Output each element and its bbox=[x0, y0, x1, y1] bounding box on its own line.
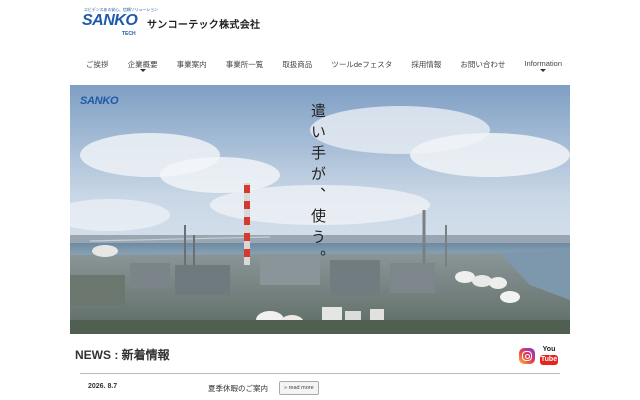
nav-label: 採用情報 bbox=[411, 60, 442, 69]
main-nav: ご挨拶 企業概要 事業案内 事業所一覧 取扱商品 ツールdeフェスタ 採用情報 … bbox=[84, 55, 564, 75]
nav-item-contact[interactable]: お問い合わせ bbox=[458, 55, 507, 74]
list-item: 2026. 8.7 夏季休暇のご案内 » read more bbox=[80, 380, 560, 396]
youtube-label-top: You bbox=[542, 346, 556, 353]
youtube-label-bottom: Tube bbox=[540, 355, 558, 365]
hero-logo: SANKO bbox=[80, 95, 119, 107]
nav-label: 事業所一覧 bbox=[225, 60, 264, 69]
company-name: サンコーテック株式会社 bbox=[147, 20, 261, 31]
nav-item-business[interactable]: 事業案内 bbox=[175, 55, 209, 74]
youtube-icon[interactable]: You Tube bbox=[540, 346, 558, 366]
chevron-down-icon bbox=[540, 69, 547, 72]
news-date: 2026. 8.7 bbox=[88, 383, 118, 390]
nav-item-information[interactable]: Information bbox=[522, 55, 564, 72]
nav-item-greeting[interactable]: ご挨拶 bbox=[84, 55, 111, 74]
nav-item-offices[interactable]: 事業所一覧 bbox=[224, 55, 266, 74]
logo-sub: TECH bbox=[122, 31, 136, 37]
logo-mark: SANKO bbox=[82, 12, 138, 29]
nav-label: ツールdeフェスタ bbox=[331, 60, 393, 69]
nav-item-recruit[interactable]: 採用情報 bbox=[409, 55, 443, 74]
nav-label: 企業概要 bbox=[127, 60, 158, 69]
news-heading: NEWS : 新着情報 bbox=[75, 348, 170, 362]
nav-item-company[interactable]: 企業概要 bbox=[126, 55, 160, 74]
nav-label: ご挨拶 bbox=[86, 60, 109, 69]
news-title-link[interactable]: 夏季休暇のご案内 bbox=[208, 383, 268, 394]
nav-item-products[interactable]: 取扱商品 bbox=[280, 55, 314, 74]
nav-label: 取扱商品 bbox=[282, 60, 313, 69]
divider bbox=[80, 373, 560, 374]
chevron-down-icon bbox=[139, 69, 146, 72]
nav-label: 事業案内 bbox=[176, 60, 207, 69]
hero-logo-text: SANKO bbox=[80, 95, 119, 107]
site-logo[interactable]: エビデンスある安心、信頼ソリューション SANKO TECH サンコーテック株式… bbox=[82, 7, 272, 37]
instagram-icon[interactable] bbox=[519, 348, 535, 364]
nav-item-tool-festa[interactable]: ツールdeフェスタ bbox=[329, 55, 394, 74]
read-more-button[interactable]: » read more bbox=[279, 381, 319, 395]
nav-label: Information bbox=[524, 59, 562, 68]
nav-label: お問い合わせ bbox=[460, 60, 506, 69]
hero-catchphrase: 遣い手が、使う。 bbox=[309, 103, 327, 271]
hero-banner: SANKO 遣い手が、使う。 bbox=[70, 85, 570, 334]
